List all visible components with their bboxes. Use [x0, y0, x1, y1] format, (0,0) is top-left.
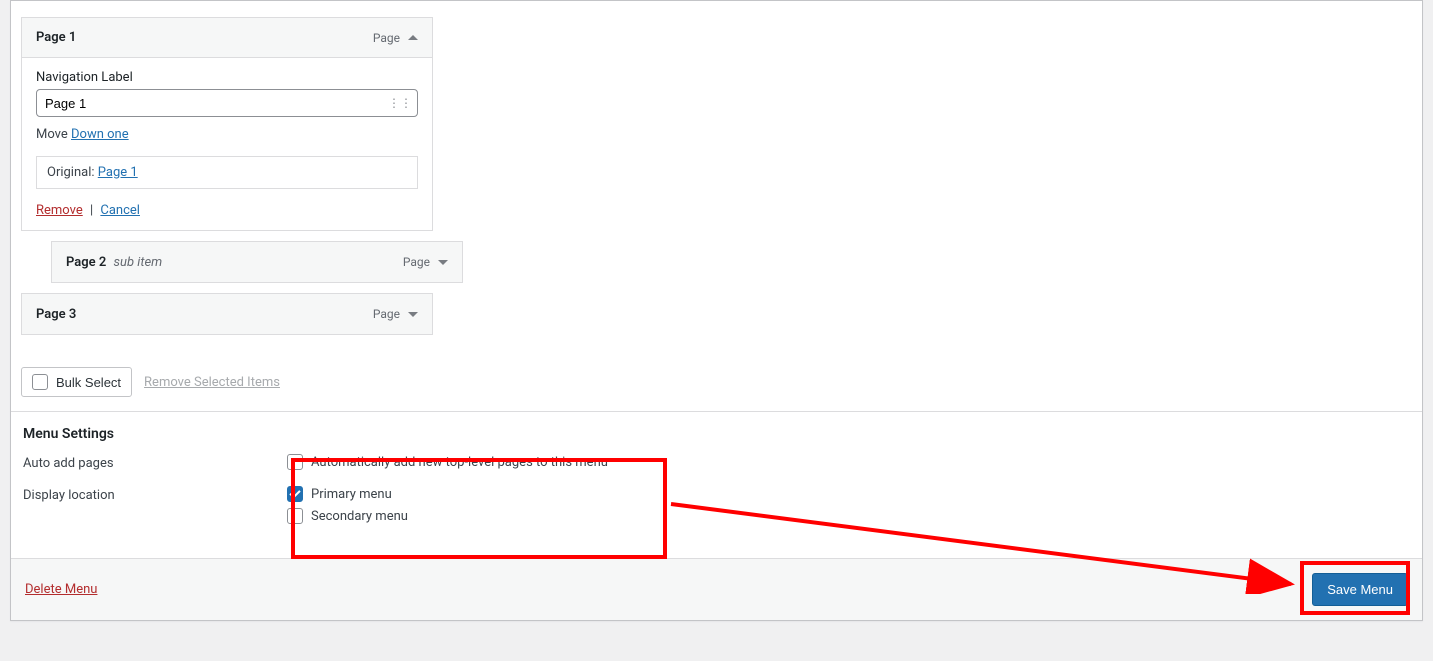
collapse-icon [408, 35, 418, 40]
original-box: Original: Page 1 [36, 156, 418, 189]
remove-link[interactable]: Remove [36, 203, 83, 218]
primary-menu-row[interactable]: Primary menu [287, 486, 408, 502]
auto-add-option-row[interactable]: Automatically add new top-level pages to… [287, 454, 608, 470]
original-link[interactable]: Page 1 [98, 165, 138, 180]
move-row: Move Down one [36, 127, 418, 142]
menu-item-page1-box: Page 1 Page Navigation Label ⋮⋮ Move Dow… [21, 17, 433, 231]
nav-label-wrap: ⋮⋮ [36, 89, 418, 117]
menu-item-page3-type[interactable]: Page [373, 307, 418, 321]
menu-settings: Menu Settings Auto add pages Automatical… [11, 412, 1422, 558]
menu-item-page2-title-text: Page 2 [66, 255, 106, 270]
nav-label-input[interactable] [36, 89, 418, 117]
menu-item-page3-box: Page 3 Page [21, 293, 433, 335]
bulk-select-button[interactable]: Bulk Select [21, 367, 132, 397]
menu-item-page2-subtext: sub item [114, 255, 163, 270]
menu-item-page1-type[interactable]: Page [373, 31, 418, 45]
menu-items-area: Page 1 Page Navigation Label ⋮⋮ Move Dow… [11, 1, 1422, 363]
menu-item-page2-box: Page 2 sub item Page [51, 241, 463, 283]
expand-icon [438, 260, 448, 265]
display-location-row: Display location Primary menu Secondary … [23, 486, 1410, 530]
auto-add-row: Auto add pages Automatically add new top… [23, 454, 1410, 476]
secondary-menu-checkbox[interactable] [287, 508, 303, 524]
auto-add-label: Auto add pages [23, 454, 287, 471]
menu-item-page2-handle[interactable]: Page 2 sub item Page [52, 242, 462, 282]
menu-item-page1-settings: Navigation Label ⋮⋮ Move Down one Origin… [22, 58, 432, 230]
delete-menu-link[interactable]: Delete Menu [25, 582, 97, 597]
display-location-label: Display location [23, 486, 287, 503]
bulk-row: Bulk Select Remove Selected Items [11, 363, 1422, 411]
move-text: Move [36, 127, 68, 142]
menu-item-page2-type[interactable]: Page [403, 255, 448, 269]
menu-item-page2-type-text: Page [403, 255, 430, 269]
rc-separator: | [90, 203, 93, 218]
bulk-select-checkbox-icon [32, 374, 48, 390]
menu-item-page2-title: Page 2 sub item [66, 255, 162, 270]
nav-label-caption: Navigation Label [36, 70, 418, 85]
auto-add-option-text: Automatically add new top-level pages to… [311, 455, 608, 470]
menu-item-page3-handle[interactable]: Page 3 Page [22, 294, 432, 334]
remove-selected-link[interactable]: Remove Selected Items [144, 375, 280, 390]
menu-settings-title: Menu Settings [23, 426, 1410, 442]
menu-structure-panel: Page 1 Page Navigation Label ⋮⋮ Move Dow… [10, 0, 1423, 621]
display-location-controls: Primary menu Secondary menu [287, 486, 408, 530]
menu-item-page3-title: Page 3 [36, 307, 76, 322]
menu-footer: Delete Menu Save Menu [11, 558, 1422, 620]
original-label: Original: [47, 165, 95, 180]
auto-add-controls: Automatically add new top-level pages to… [287, 454, 608, 476]
primary-menu-text: Primary menu [311, 487, 392, 502]
input-handle-icon: ⋮⋮ [388, 96, 412, 110]
menu-item-page1-handle[interactable]: Page 1 Page [22, 18, 432, 58]
secondary-menu-row[interactable]: Secondary menu [287, 508, 408, 524]
primary-menu-checkbox[interactable] [287, 486, 303, 502]
menu-item-page1-title: Page 1 [36, 30, 76, 45]
menu-item-page1-type-text: Page [373, 31, 400, 45]
bulk-select-label: Bulk Select [56, 375, 121, 390]
remove-cancel-row: Remove | Cancel [36, 203, 418, 218]
save-menu-button[interactable]: Save Menu [1312, 573, 1408, 606]
menu-item-page3: Page 3 Page [21, 293, 433, 335]
menu-item-page2: Page 2 sub item Page [51, 241, 463, 283]
cancel-link[interactable]: Cancel [100, 203, 140, 218]
expand-icon [408, 312, 418, 317]
menu-item-page3-type-text: Page [373, 307, 400, 321]
secondary-menu-text: Secondary menu [311, 509, 408, 524]
auto-add-checkbox[interactable] [287, 454, 303, 470]
menu-item-page1: Page 1 Page Navigation Label ⋮⋮ Move Dow… [21, 17, 433, 231]
move-down-link[interactable]: Down one [71, 127, 129, 142]
